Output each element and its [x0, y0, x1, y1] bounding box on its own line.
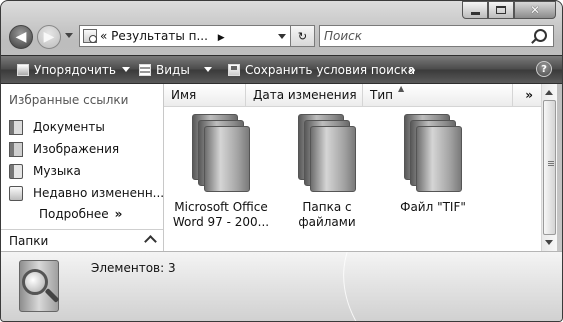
column-date[interactable]: Дата изменения — [246, 84, 363, 106]
address-dropdown-icon[interactable] — [278, 34, 286, 39]
file-label: Microsoft Office Word 97 - 200... — [168, 200, 274, 230]
save-search-label: Сохранить условия поиска — [245, 62, 416, 77]
minimize-icon — [470, 11, 480, 15]
navigation-bar: ◀ ▶ « Результаты п... ▶ ↻ — [7, 23, 556, 51]
save-search-button[interactable]: Сохранить условия поиска — [228, 56, 415, 83]
more-links-button[interactable]: Подробнее » — [39, 207, 122, 221]
sidebar-item-label: Недавно измененн... — [33, 186, 165, 200]
columns-more-button[interactable]: » — [525, 88, 533, 102]
file-label-line: Microsoft Office — [174, 200, 268, 214]
scroll-grip-icon — [548, 161, 554, 167]
file-list: Имя Дата изменения Тип ▲ » Microsoft Off… — [164, 84, 541, 251]
sidebar-item-pictures[interactable]: Изображения — [9, 140, 119, 158]
scroll-thumb[interactable] — [543, 100, 556, 235]
column-type[interactable]: Тип — [363, 84, 513, 106]
scroll-down-icon[interactable] — [545, 240, 553, 245]
folders-label: Папки — [9, 233, 49, 248]
views-icon — [139, 63, 151, 76]
forward-arrow-icon: ▶ — [43, 29, 55, 45]
file-stack-icon — [192, 114, 250, 192]
vertical-scrollbar[interactable] — [541, 84, 557, 251]
sidebar-item-label: Документы — [33, 120, 105, 134]
file-label-line: Word 97 - 200... — [172, 215, 270, 229]
item-count: Элементов: 3 — [91, 261, 176, 275]
details-pane: Элементов: 3 — [1, 251, 562, 321]
chevron-down-icon — [203, 67, 212, 72]
more-chevron-icon: » — [408, 62, 416, 77]
refresh-button[interactable]: ↻ — [291, 25, 315, 47]
save-icon — [228, 63, 240, 76]
maximize-icon — [496, 6, 506, 14]
search-folder-icon — [19, 260, 60, 312]
breadcrumb-arrow-icon[interactable]: ▶ — [218, 33, 225, 43]
column-headers: Имя Дата изменения Тип ▲ » — [164, 84, 541, 107]
forward-button[interactable]: ▶ — [37, 25, 61, 49]
file-label: Файл "TIF" — [380, 200, 486, 215]
file-item[interactable]: Файл "TIF" — [380, 110, 486, 215]
file-item[interactable]: Microsoft Office Word 97 - 200... — [168, 110, 274, 230]
file-stack-icon — [298, 114, 356, 192]
help-button[interactable]: ? — [536, 61, 552, 77]
maximize-button[interactable] — [488, 1, 514, 19]
documents-icon — [9, 119, 23, 135]
back-arrow-icon: ◀ — [15, 29, 27, 45]
file-label-line: Файл "TIF" — [400, 200, 466, 214]
breadcrumb[interactable]: « Результаты п... ▶ — [100, 29, 225, 43]
sidebar-item-label: Изображения — [33, 142, 120, 156]
chevron-up-icon — [144, 235, 157, 248]
breadcrumb-overflow[interactable]: « — [100, 29, 107, 43]
file-item[interactable]: Папка с файлами — [274, 110, 380, 230]
back-button[interactable]: ◀ — [9, 25, 33, 49]
music-icon — [9, 163, 23, 179]
address-bar[interactable]: « Результаты п... ▶ — [79, 25, 291, 47]
column-name[interactable]: Имя — [164, 84, 246, 106]
views-label: Виды — [156, 62, 190, 77]
search-input[interactable] — [324, 28, 524, 44]
minimize-button[interactable] — [462, 1, 488, 19]
help-icon: ? — [541, 63, 547, 75]
close-icon: ✕ — [529, 3, 541, 17]
search-icon[interactable] — [534, 29, 547, 42]
folders-toggle[interactable]: Папки — [1, 229, 163, 251]
recent-pages-dropdown-icon[interactable] — [65, 33, 73, 38]
sidebar-item-label: Музыка — [33, 164, 81, 178]
more-links-label: Подробнее — [39, 207, 109, 221]
caption-buttons: ✕ — [462, 1, 556, 21]
scroll-up-icon[interactable] — [545, 90, 553, 95]
organize-button[interactable]: Упорядочить — [17, 56, 130, 83]
command-bar: Упорядочить Виды Сохранить условия поиск… — [1, 55, 562, 84]
file-stack-icon — [404, 114, 462, 192]
refresh-icon: ↻ — [297, 29, 308, 43]
views-button[interactable]: Виды — [139, 56, 212, 83]
search-box[interactable] — [319, 25, 554, 47]
close-button[interactable]: ✕ — [514, 1, 556, 19]
sidebar-item-music[interactable]: Музыка — [9, 162, 81, 180]
explorer-window: ✕ ◀ ▶ « Результаты п... ▶ ↻ Упорядочить — [0, 0, 563, 322]
sort-arrow-icon: ▲ — [398, 84, 405, 93]
organize-label: Упорядочить — [34, 62, 116, 77]
favorites-title: Избранные ссылки — [9, 93, 129, 107]
file-label: Папка с файлами — [274, 200, 380, 230]
breadcrumb-item[interactable]: Результаты п... — [111, 29, 208, 43]
column-type-label: Тип — [370, 88, 393, 102]
recent-icon — [9, 185, 23, 201]
pictures-icon — [9, 141, 23, 157]
column-name-label: Имя — [171, 88, 197, 102]
toolbar-more-button[interactable]: » — [408, 56, 416, 83]
sidebar-item-documents[interactable]: Документы — [9, 118, 105, 136]
more-chevron-icon: » — [525, 88, 533, 102]
more-chevron-icon: » — [114, 207, 123, 221]
search-results-icon — [83, 29, 97, 43]
navigation-pane: Избранные ссылки Документы Изображения М… — [1, 84, 164, 251]
column-date-label: Дата изменения — [253, 88, 357, 102]
organize-icon — [17, 63, 29, 76]
chevron-down-icon — [121, 67, 130, 72]
sidebar-item-recent[interactable]: Недавно измененн... — [9, 184, 164, 202]
file-label-line: Папка с файлами — [298, 200, 356, 229]
